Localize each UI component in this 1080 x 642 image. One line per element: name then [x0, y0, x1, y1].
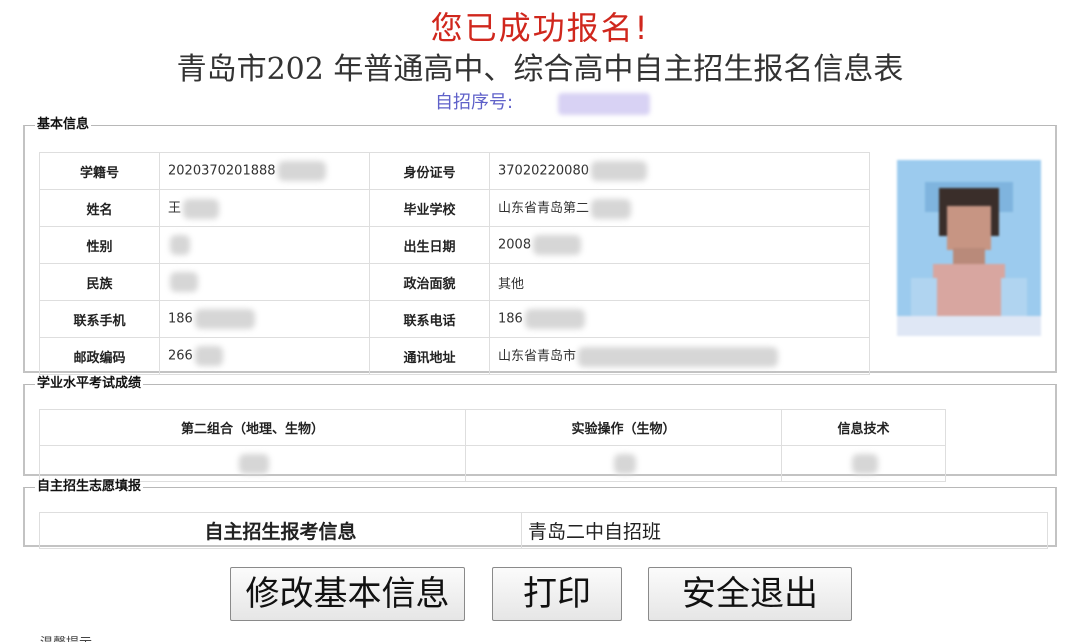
exam-scores-section: 学业水平考试成绩 第二组合（地理、生物） 实验操作（生物） 信息技术 [23, 376, 1057, 482]
basic-info-section: 基本信息 学籍号 2020370201888 身份证号 37020220080 … [23, 117, 1057, 375]
redacted-mask [194, 346, 223, 366]
application-section: 自主招生志愿填报 自主招生报考信息 青岛二中自招班 [23, 479, 1057, 549]
edit-basic-info-button[interactable]: 修改基本信息 [230, 567, 465, 621]
score-value-it [781, 445, 946, 482]
exam-scores-legend: 学业水平考试成绩 [37, 376, 142, 391]
exam-scores-table: 第二组合（地理、生物） 实验操作（生物） 信息技术 [39, 409, 946, 482]
political-status-label: 政治面貌 [369, 263, 490, 301]
serial-number-redacted [558, 93, 650, 115]
redacted-mask [194, 309, 255, 329]
redacted-mask [590, 161, 647, 181]
score-header-it: 信息技术 [781, 409, 946, 446]
mobile-value: 186 [159, 300, 370, 338]
print-button[interactable]: 打印 [492, 567, 622, 621]
table-row: 民族 政治面貌 其他 [39, 263, 870, 301]
school-value: 山东省青岛第二 [489, 189, 870, 227]
name-label: 姓名 [39, 189, 160, 227]
footer-note: 温馨提示 [40, 632, 100, 642]
table-row: 第二组合（地理、生物） 实验操作（生物） 信息技术 [39, 409, 946, 446]
application-value: 青岛二中自招班 [521, 512, 1048, 549]
success-message: 您已成功报名! [430, 9, 650, 47]
postcode-value: 266 [159, 337, 370, 375]
gender-value [159, 226, 370, 264]
table-row: 自主招生报考信息 青岛二中自招班 [39, 512, 1048, 549]
table-row: 性别 出生日期 2008 [39, 226, 870, 264]
serial-number-label: 自招序号: [435, 92, 514, 113]
score-header-lab: 实验操作（生物） [465, 409, 782, 446]
table-row: 联系手机 186 联系电话 186 [39, 300, 870, 338]
student-id-value: 2020370201888 [159, 152, 370, 190]
political-status-value: 其他 [489, 263, 870, 301]
redacted-mask [170, 272, 198, 292]
student-id-label: 学籍号 [39, 152, 160, 190]
address-value: 山东省青岛市 [489, 337, 870, 375]
redacted-mask [533, 235, 582, 255]
birthdate-label: 出生日期 [369, 226, 490, 264]
id-card-value: 37020220080 [489, 152, 870, 190]
school-label: 毕业学校 [369, 189, 490, 227]
phone-label: 联系电话 [369, 300, 490, 338]
redacted-mask [524, 309, 585, 329]
score-value-combo [39, 445, 466, 482]
redacted-mask [183, 198, 220, 219]
basic-info-table: 学籍号 2020370201888 身份证号 37020220080 姓名 王 … [39, 152, 870, 375]
basic-info-legend: 基本信息 [37, 117, 90, 132]
table-row [39, 445, 946, 482]
phone-value: 186 [489, 300, 870, 338]
redacted-mask [238, 453, 269, 474]
application-label: 自主招生报考信息 [39, 512, 522, 549]
application-table: 自主招生报考信息 青岛二中自招班 [39, 512, 1048, 549]
name-value: 王 [159, 189, 370, 227]
address-label: 通讯地址 [369, 337, 490, 375]
ethnicity-value [159, 263, 370, 301]
photo-cell [887, 150, 1047, 374]
mobile-label: 联系手机 [39, 300, 160, 338]
logout-button[interactable]: 安全退出 [648, 567, 852, 621]
birthdate-value: 2008 [489, 226, 870, 264]
redacted-mask [591, 198, 632, 219]
redacted-mask [170, 235, 190, 255]
id-card-label: 身份证号 [369, 152, 490, 190]
redacted-mask [277, 161, 326, 181]
student-photo [897, 160, 1041, 336]
postcode-label: 邮政编码 [39, 337, 160, 375]
page-title: 青岛市202 年普通高中、综合高中自主招生报名信息表 [176, 52, 904, 87]
application-legend: 自主招生志愿填报 [37, 479, 142, 494]
redacted-mask [613, 453, 636, 474]
gender-label: 性别 [39, 226, 160, 264]
table-row: 姓名 王 毕业学校 山东省青岛第二 [39, 189, 870, 227]
redacted-mask [578, 346, 779, 367]
score-header-combo: 第二组合（地理、生物） [39, 409, 466, 446]
ethnicity-label: 民族 [39, 263, 160, 301]
score-value-lab [465, 445, 782, 482]
table-row: 学籍号 2020370201888 身份证号 37020220080 [39, 152, 870, 190]
redacted-mask [851, 453, 878, 474]
table-row: 邮政编码 266 通讯地址 山东省青岛市 [39, 337, 870, 375]
